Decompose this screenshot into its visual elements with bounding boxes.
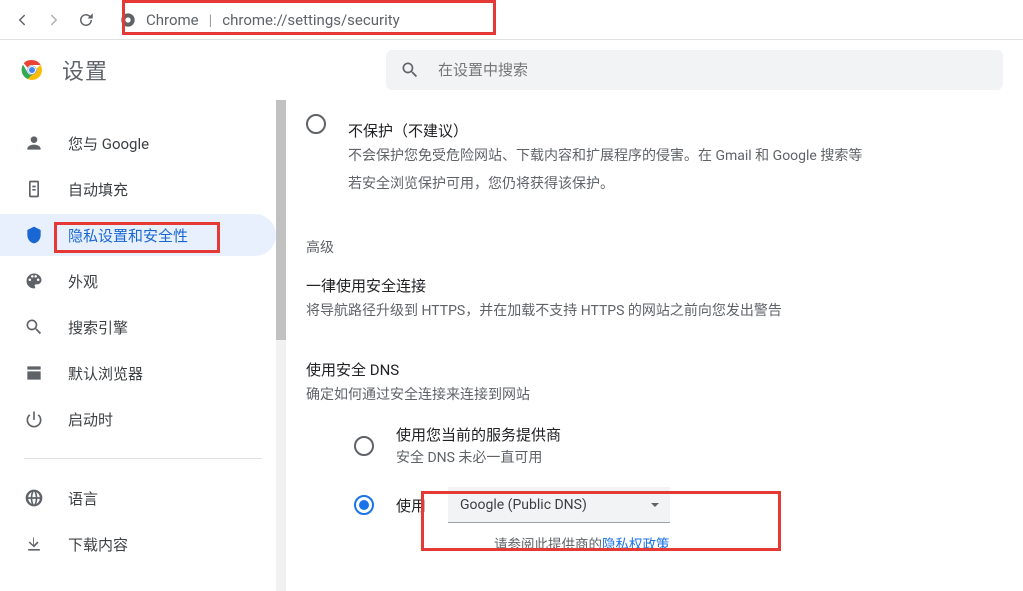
palette-icon <box>24 271 44 291</box>
dns-provider-value: Google (Public DNS) <box>460 497 587 513</box>
clipboard-icon <box>24 179 44 199</box>
reload-button[interactable] <box>72 6 100 34</box>
sidebar-item-label: 下载内容 <box>68 534 128 555</box>
sidebar-divider <box>24 458 262 459</box>
chrome-logo-icon <box>20 58 44 82</box>
sidebar-item-on-startup[interactable]: 启动时 <box>0 398 276 440</box>
secure-dns-desc: 确定如何通过安全连接来连接到网站 <box>306 384 1015 408</box>
https-title: 一律使用安全连接 <box>306 275 1015 296</box>
dns-current-provider-option[interactable]: 使用您当前的服务提供商 安全 DNS 未必一直可用 <box>354 424 1015 467</box>
url-host: Chrome <box>146 11 199 29</box>
sidebar-item-label: 语言 <box>68 488 98 509</box>
secure-dns-title: 使用安全 DNS <box>306 359 1015 380</box>
no-protection-desc-1: 不会保护您免受危险网站、下载内容和扩展程序的侵害。在 Gmail 和 Googl… <box>348 145 862 169</box>
no-protection-desc-2: 若安全浏览保护可用，您仍将获得该保护。 <box>348 173 862 197</box>
sidebar-item-autofill[interactable]: 自动填充 <box>0 168 276 210</box>
address-bar[interactable]: Chrome | chrome://settings/security <box>110 5 1015 35</box>
dns-use-label: 使用 <box>396 495 426 516</box>
forward-button[interactable] <box>40 6 68 34</box>
sidebar-item-label: 隐私设置和安全性 <box>68 225 188 246</box>
person-icon <box>24 133 44 153</box>
dns-custom-provider-option[interactable]: 使用 Google (Public DNS) <box>354 487 1015 523</box>
no-protection-title: 不保护（不建议） <box>348 120 862 141</box>
sidebar-item-search-engine[interactable]: 搜索引擎 <box>0 306 276 348</box>
settings-main: 不保护（不建议） 不会保护您免受危险网站、下载内容和扩展程序的侵害。在 Gmai… <box>286 100 1023 591</box>
download-icon <box>24 534 44 554</box>
page-title: 设置 <box>62 54 108 86</box>
sidebar-item-appearance[interactable]: 外观 <box>0 260 276 302</box>
sidebar-item-label: 默认浏览器 <box>68 363 143 384</box>
settings-search[interactable] <box>386 50 1003 90</box>
globe-icon <box>24 488 44 508</box>
policy-prefix: 请参阅此提供商的 <box>494 537 602 553</box>
radio-dns-custom[interactable] <box>354 495 374 515</box>
settings-header: 设置 <box>0 40 1023 100</box>
no-protection-option[interactable]: 不保护（不建议） 不会保护您免受危险网站、下载内容和扩展程序的侵害。在 Gmai… <box>306 112 1015 197</box>
search-icon <box>400 60 420 80</box>
dns-current-sub: 安全 DNS 未必一直可用 <box>396 447 561 467</box>
window-icon <box>24 363 44 383</box>
chevron-down-icon <box>650 500 660 510</box>
sidebar-item-languages[interactable]: 语言 <box>0 477 276 519</box>
dns-provider-select[interactable]: Google (Public DNS) <box>448 487 670 523</box>
dns-policy-line: 请参阅此提供商的隐私权政策 <box>494 533 1015 553</box>
sidebar-item-label: 外观 <box>68 271 98 292</box>
https-desc: 将导航路径升级到 HTTPS，并在加载不支持 HTTPS 的网站之前向您发出警告 <box>306 300 1015 324</box>
shield-icon <box>24 225 44 245</box>
url-separator: | <box>209 11 213 29</box>
dns-current-label: 使用您当前的服务提供商 <box>396 424 561 445</box>
radio-no-protection[interactable] <box>306 114 326 134</box>
sidebar-item-label: 启动时 <box>68 409 113 430</box>
sidebar-item-label: 搜索引擎 <box>68 317 128 338</box>
site-icon <box>120 12 136 28</box>
radio-dns-current[interactable] <box>354 436 374 456</box>
sidebar-item-downloads[interactable]: 下载内容 <box>0 523 276 565</box>
search-icon <box>24 317 44 337</box>
sidebar-item-privacy[interactable]: 隐私设置和安全性 <box>0 214 276 256</box>
sidebar-item-label: 您与 Google <box>68 133 149 154</box>
sidebar-item-label: 自动填充 <box>68 179 128 200</box>
url-path: chrome://settings/security <box>222 11 399 29</box>
settings-sidebar: 您与 Google 自动填充 隐私设置和安全性 外观 搜索引擎 默认浏览器 启动… <box>0 100 286 591</box>
power-icon <box>24 409 44 429</box>
settings-search-input[interactable] <box>436 61 989 80</box>
privacy-policy-link[interactable]: 隐私权政策 <box>602 537 670 553</box>
back-button[interactable] <box>8 6 36 34</box>
browser-toolbar: Chrome | chrome://settings/security <box>0 0 1023 40</box>
sidebar-scrollbar-thumb[interactable] <box>276 100 286 340</box>
sidebar-item-you-and-google[interactable]: 您与 Google <box>0 122 276 164</box>
advanced-section-label: 高级 <box>306 237 1015 257</box>
sidebar-item-default-browser[interactable]: 默认浏览器 <box>0 352 276 394</box>
